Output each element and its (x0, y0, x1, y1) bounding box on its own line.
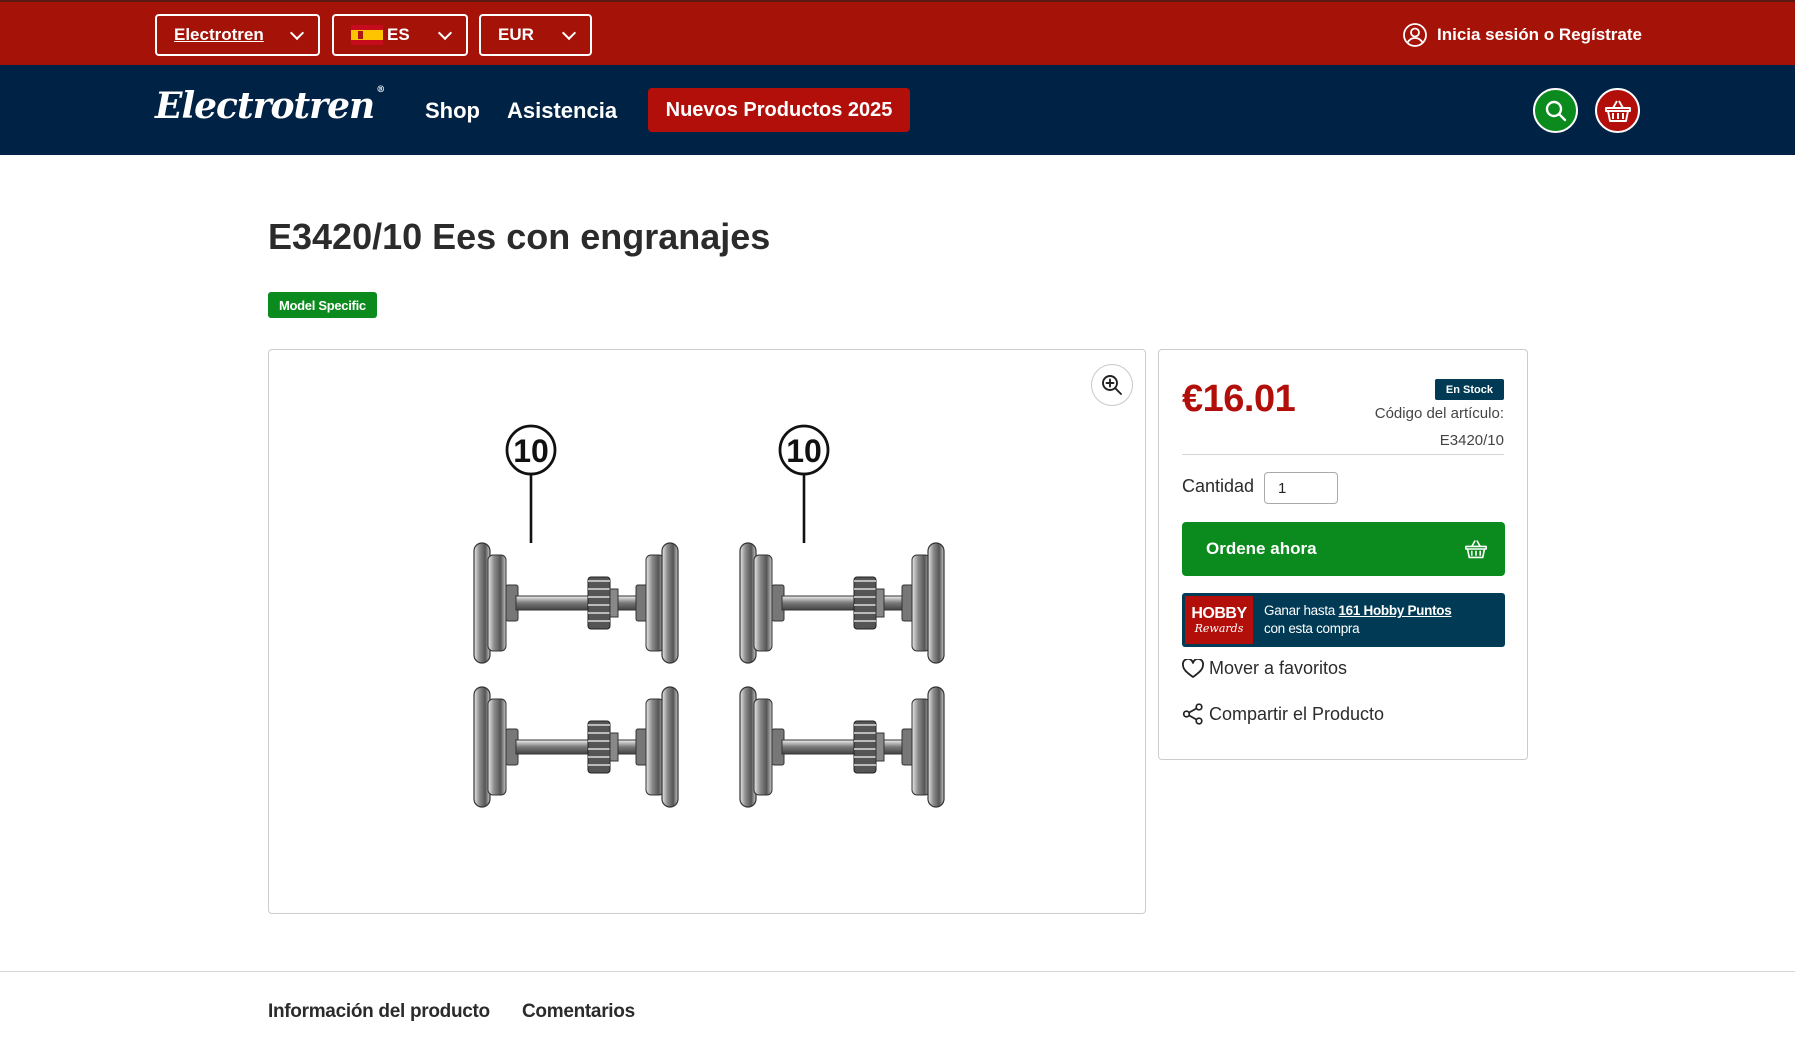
quantity-label: Cantidad (1182, 476, 1255, 496)
order-now-label: Ordene ahora (1206, 539, 1317, 558)
share-label: Compartir el Producto (1209, 703, 1385, 724)
share-product-link[interactable]: Compartir el Producto (1182, 703, 1384, 725)
quantity-input[interactable] (1264, 472, 1338, 504)
hobby-text-after: con esta compra (1264, 621, 1360, 636)
hobby-rewards-banner: HOBBY Rewards Ganar hasta 161 Hobby Punt… (1182, 593, 1505, 647)
product-title: E3420/10 Ees con engranajes (268, 216, 771, 257)
basket-icon (1465, 540, 1487, 559)
search-button[interactable] (1533, 88, 1578, 133)
zoom-button[interactable] (1091, 364, 1133, 406)
new-products-button[interactable]: Nuevos Productos 2025 (648, 88, 910, 132)
cart-button[interactable] (1595, 88, 1640, 133)
product-price: €16.01 (1182, 378, 1296, 420)
wheelset-right-top (739, 542, 945, 664)
move-to-favorites-link[interactable]: Mover a favoritos (1182, 658, 1347, 679)
nav-link-asistencia[interactable]: Asistencia (507, 98, 617, 124)
spain-flag-icon (351, 25, 383, 46)
tab-product-info[interactable]: Información del producto (268, 1001, 490, 1023)
user-icon (1403, 23, 1427, 47)
language-select[interactable]: ES (332, 14, 468, 56)
wheelset-left-bottom (473, 686, 679, 808)
wheelset-left-top (473, 542, 679, 664)
logo-text: Electrotren (155, 85, 375, 127)
callout-left: 10 (505, 424, 557, 543)
login-label: Inicia sesión o Regístrate (1436, 25, 1642, 44)
callout-right-number: 10 (786, 433, 822, 469)
item-code-label: Código del artículo: (1374, 405, 1504, 422)
hobby-rewards-text: Ganar hasta 161 Hobby Puntos con esta co… (1264, 602, 1452, 638)
main-navigation: Electrotren ® Shop Asistencia Nuevos Prod… (0, 65, 1795, 155)
chevron-down-icon (289, 25, 305, 40)
chevron-down-icon (561, 25, 577, 40)
zoom-in-icon (1102, 375, 1122, 395)
tabs-divider (0, 971, 1795, 972)
item-code-value: E3420/10 (1439, 432, 1504, 449)
top-utility-bar: Electrotren ES EUR Inicia sesión o Regís… (0, 0, 1795, 65)
language-code: ES (387, 24, 410, 44)
wheelset-right-bottom (739, 686, 945, 808)
nav-link-shop[interactable]: Shop (425, 98, 480, 124)
hobby-logo-top: HOBBY (1191, 605, 1247, 622)
language-select-value: ES (351, 25, 410, 46)
hobby-logo-bottom: Rewards (1194, 622, 1244, 635)
wheelset-drawing: 10 10 (473, 424, 945, 808)
search-icon (1545, 100, 1566, 121)
heart-icon (1182, 658, 1204, 678)
stock-badge: En Stock (1434, 379, 1504, 400)
product-image-panel[interactable]: 10 10 (268, 349, 1146, 914)
basket-icon (1604, 100, 1631, 122)
callout-right: 10 (778, 424, 830, 543)
electrotren-logo[interactable]: Electrotren ® (155, 85, 385, 127)
hobby-rewards-logo: HOBBY Rewards (1185, 596, 1253, 644)
favorites-label: Mover a favoritos (1209, 658, 1348, 678)
tab-comments[interactable]: Comentarios (522, 1001, 635, 1023)
order-now-button[interactable]: Ordene ahora (1182, 522, 1505, 576)
hobby-points-link[interactable]: 161 Hobby Puntos (1338, 603, 1451, 618)
model-specific-badge: Model Specific (268, 292, 377, 318)
chevron-down-icon (437, 25, 453, 40)
currency-select-label: EUR (498, 25, 534, 44)
hobby-text-before: Ganar hasta (1264, 603, 1335, 618)
buy-box: €16.01 En Stock Código del artículo: E34… (1158, 349, 1528, 760)
login-link[interactable]: Inicia sesión o Regístrate (1402, 22, 1642, 48)
brand-select-label: Electrotren (174, 25, 264, 44)
currency-select[interactable]: EUR (479, 14, 592, 56)
callout-left-number: 10 (513, 433, 549, 469)
share-icon (1182, 703, 1203, 725)
divider (1182, 454, 1504, 455)
logo-registered-mark: ® (376, 85, 385, 95)
brand-select[interactable]: Electrotren (155, 14, 320, 56)
